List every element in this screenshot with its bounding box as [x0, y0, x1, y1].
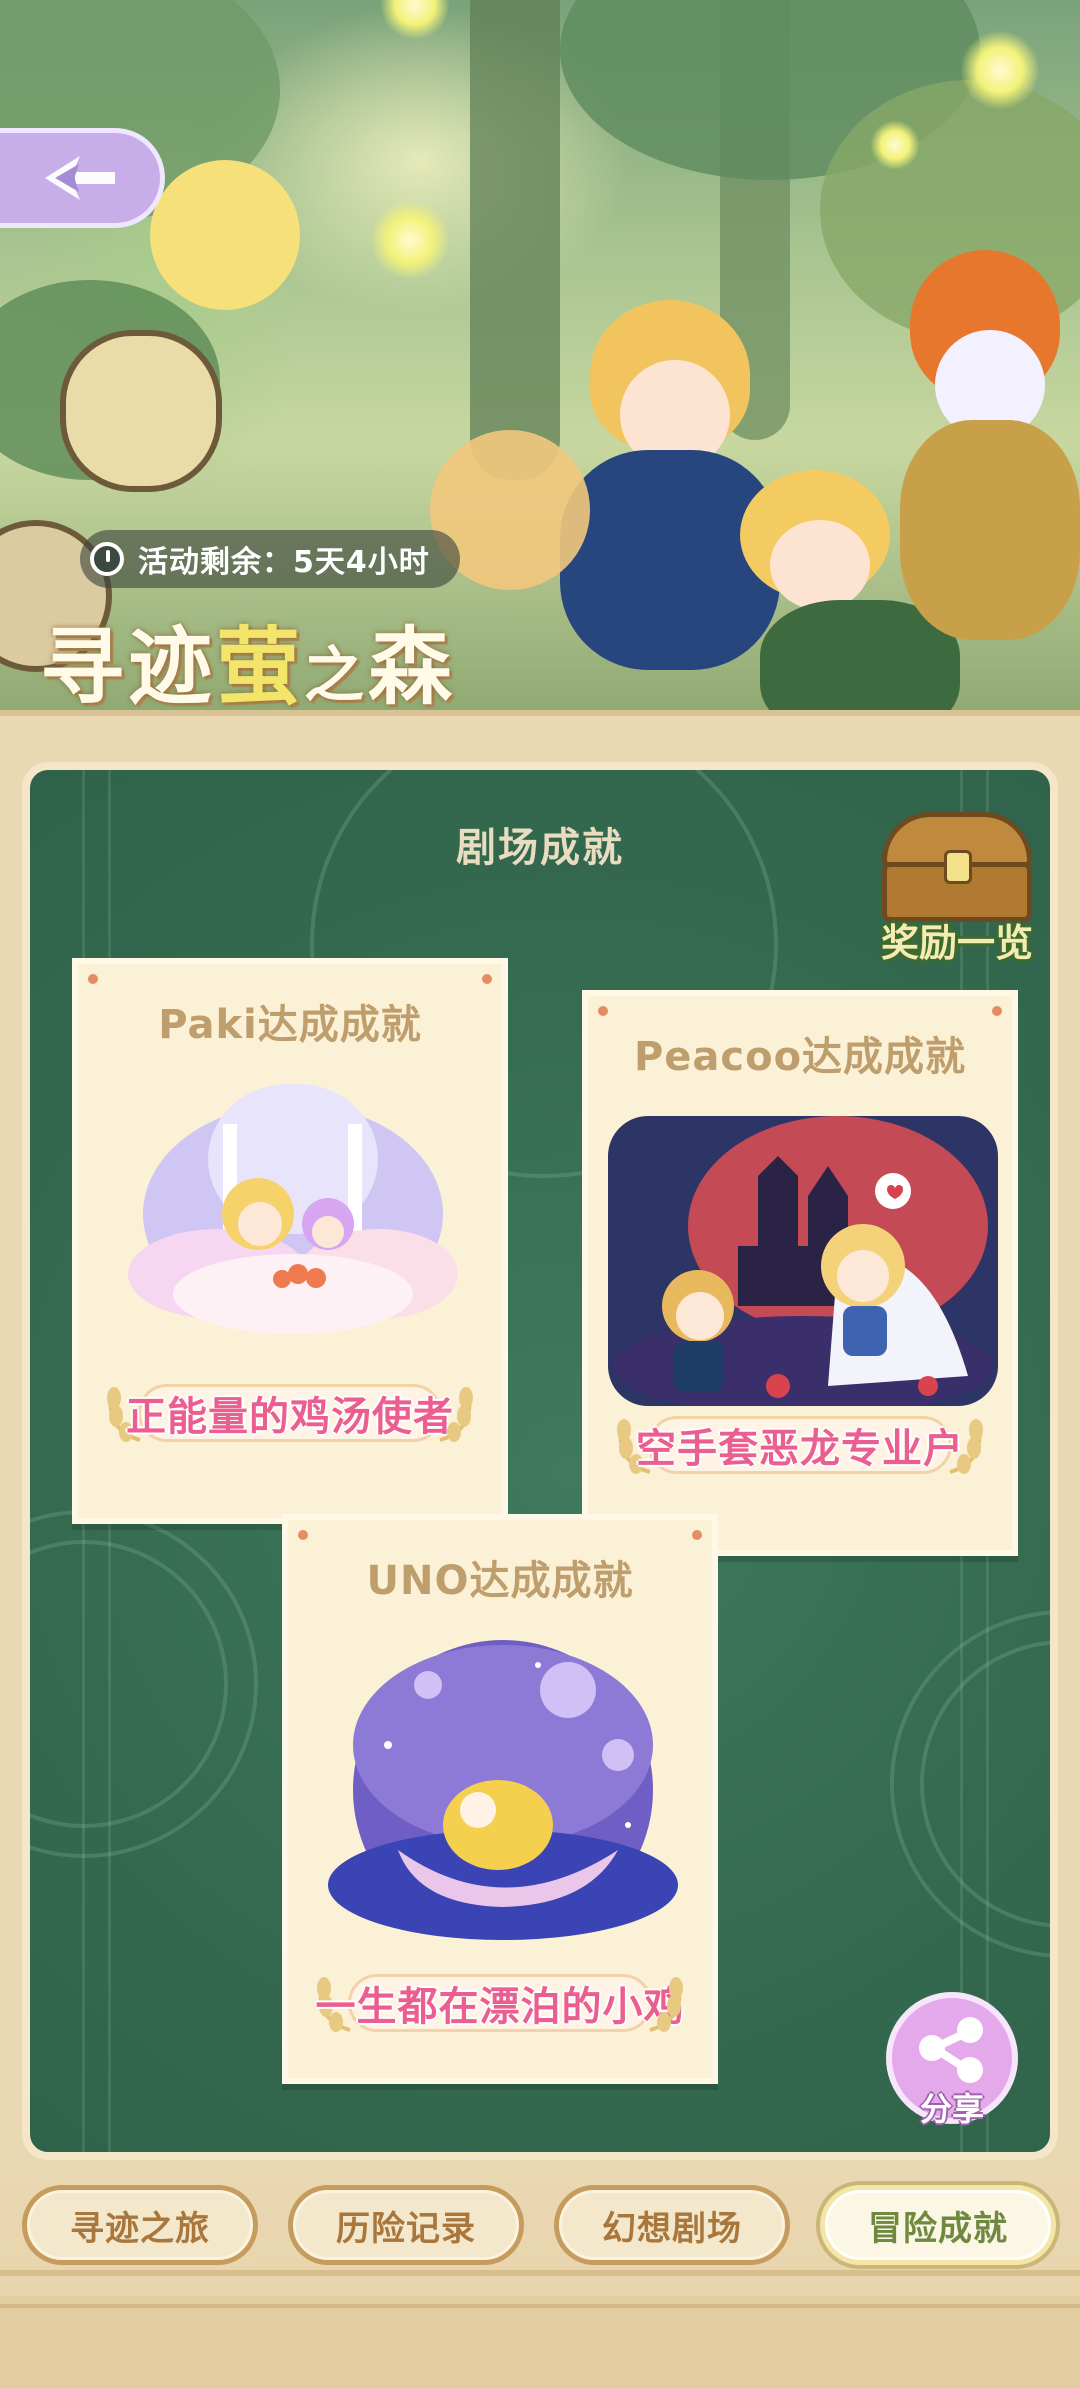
cat-creature [60, 330, 222, 492]
share-button[interactable]: 分享 [886, 1992, 1018, 2128]
card-title: UNO达成成就 [366, 1558, 634, 1604]
firefly-glow [380, 0, 450, 40]
title-text: 森 [368, 617, 457, 716]
back-arrow-icon [45, 156, 115, 200]
achievement-card-peacoo[interactable]: Peacoo达成成就 空手套恶龙专业户 [582, 990, 1018, 1556]
event-banner: 活动剩余：5天4小时 寻迹萤之森 [0, 0, 1080, 740]
title-text: 萤 [216, 617, 305, 716]
firefly-glow [370, 200, 450, 280]
title-text: 之 [304, 641, 369, 711]
achievement-illustration [328, 1635, 678, 1955]
laurel-icon [949, 1419, 983, 1474]
tab-journey[interactable]: 寻迹之旅 [22, 2185, 258, 2265]
achievement-card-uno[interactable]: UNO达成成就 一生都在漂泊的小鸡 [282, 1514, 718, 2084]
achievement-card-paki[interactable]: Paki达成成就 正能量的鸡汤使者 [72, 958, 508, 1524]
firefly-glow [870, 120, 920, 170]
treasure-chest-icon [882, 812, 1032, 922]
character-face [770, 520, 870, 610]
achievement-name: 一生都在漂泊的小鸡 [315, 1984, 685, 2030]
achievement-badge: 一生都在漂泊的小鸡 [308, 1968, 692, 2038]
tab-adventure-log[interactable]: 历险记录 [288, 2185, 524, 2265]
laurel-icon [649, 1977, 683, 2032]
card-title: Peacoo达成成就 [633, 1034, 967, 1080]
tree-trunk [470, 0, 560, 480]
event-countdown: 活动剩余：5天4小时 [80, 530, 460, 588]
title-text: 寻迹 [40, 617, 217, 716]
tab-fantasy-theater[interactable]: 幻想剧场 [554, 2185, 790, 2265]
achievement-illustration [128, 1064, 458, 1334]
achievement-name: 正能量的鸡汤使者 [126, 1394, 454, 1440]
bottom-decoration [0, 2296, 1080, 2388]
achievement-name: 空手套恶龙专业户 [636, 1426, 964, 1472]
reward-overview-button[interactable]: 奖励一览 [862, 812, 1052, 972]
card-title: Paki达成成就 [158, 1002, 422, 1048]
achievement-badge: 正能量的鸡汤使者 [98, 1378, 482, 1448]
achievement-illustration [608, 1116, 998, 1406]
share-label: 分享 [919, 2090, 984, 2128]
firefly-glow [960, 30, 1040, 110]
tab-adventure-achievements[interactable]: 冒险成就 [820, 2185, 1056, 2265]
clock-icon [90, 542, 124, 576]
character-outfit [900, 420, 1080, 640]
yellow-creature [150, 160, 300, 310]
laurel-icon [439, 1387, 473, 1442]
back-button[interactable] [0, 128, 165, 228]
achievement-badge: 空手套恶龙专业户 [608, 1410, 992, 1480]
reward-overview-label: 奖励一览 [880, 921, 1033, 965]
countdown-text: 活动剩余：5天4小时 [138, 545, 430, 580]
event-title-logo: 寻迹萤之森 [40, 600, 456, 721]
